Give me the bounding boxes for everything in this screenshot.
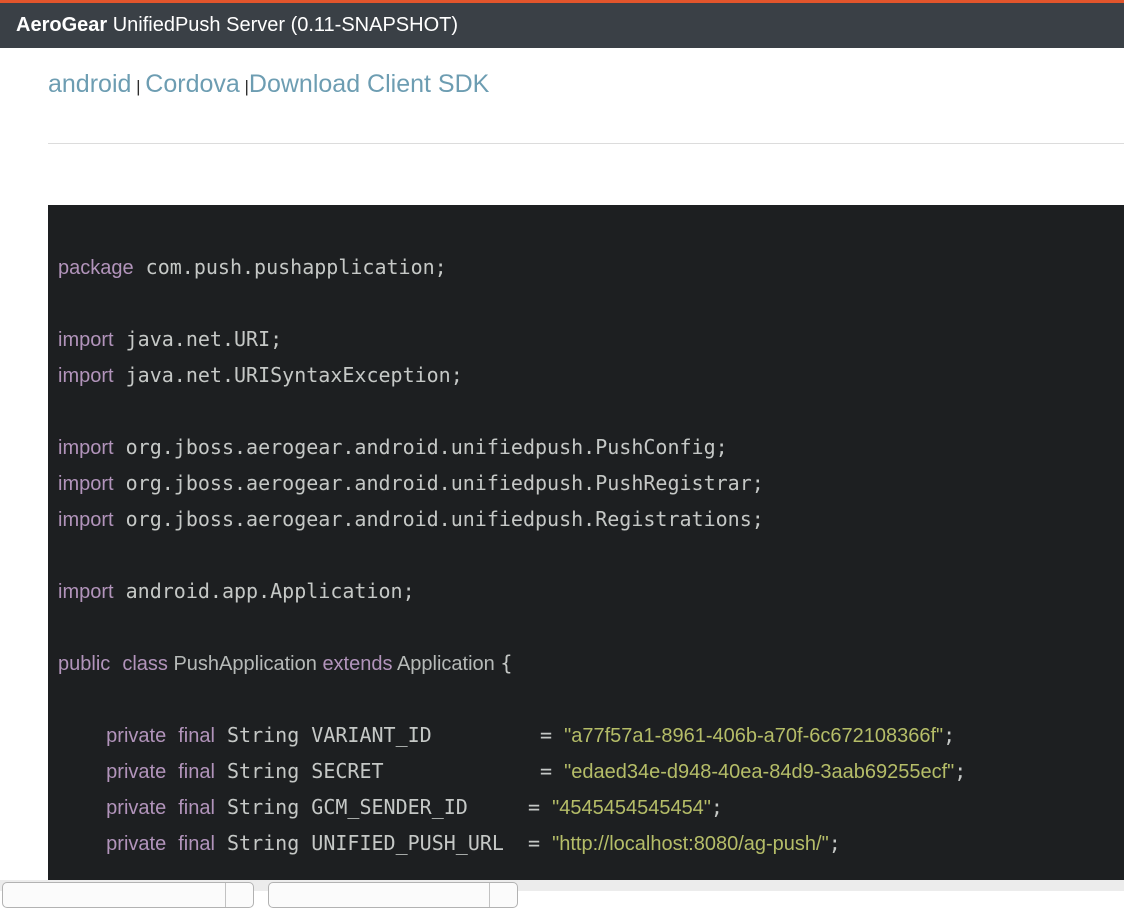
- nav-separator: |: [239, 77, 249, 96]
- code-text: org.jboss.aerogear.android.unifiedpush.P…: [113, 471, 764, 495]
- nav-link-cordova[interactable]: Cordova: [145, 70, 240, 98]
- code-keyword: final: [178, 761, 215, 783]
- code-text: java.net.URISyntaxException;: [113, 363, 463, 387]
- app-header: AeroGear UnifiedPush Server (0.11-SNAPSH…: [0, 0, 1124, 48]
- code-line: import org.jboss.aerogear.android.unifie…: [58, 429, 1114, 465]
- code-line: import java.net.URISyntaxException;: [58, 357, 1114, 393]
- bottom-bar: [0, 880, 1124, 908]
- code-keyword: import: [58, 581, 114, 603]
- code-line: import android.app.Application;: [58, 573, 1114, 609]
- code-line: import org.jboss.aerogear.android.unifie…: [58, 501, 1114, 537]
- code-text: String GCM_SENDER_ID =: [214, 795, 553, 819]
- bottom-dropdown-1[interactable]: [2, 882, 254, 908]
- code-string: "edaed34e-d948-40ea-84d9-3aab69255ecf": [564, 761, 955, 783]
- nav-link-android[interactable]: android: [48, 70, 131, 98]
- page-title: AeroGear UnifiedPush Server (0.11-SNAPSH…: [16, 14, 458, 36]
- client-sdk-nav: android | Cordova |Download Client SDK: [48, 70, 1124, 99]
- code-keyword: private: [106, 797, 167, 819]
- code-line: private final String GCM_SENDER_ID = "45…: [58, 789, 1114, 825]
- dropdown-arrow-section[interactable]: [489, 883, 517, 907]
- code-line: package com.push.pushapplication;: [58, 249, 1114, 285]
- code-text: org.jboss.aerogear.android.unifiedpush.P…: [113, 435, 728, 459]
- code-keyword: import: [58, 473, 114, 495]
- code-keyword: extends: [322, 653, 393, 675]
- code-line: import java.net.URI;: [58, 321, 1114, 357]
- code-text: String SECRET =: [214, 759, 565, 783]
- code-text: {: [500, 651, 513, 675]
- dropdown-arrow-section[interactable]: [225, 883, 253, 907]
- code-keyword: import: [58, 329, 114, 351]
- code-text: org.jboss.aerogear.android.unifiedpush.R…: [113, 507, 764, 531]
- code-keyword: import: [58, 509, 114, 531]
- code-keyword: final: [178, 833, 215, 855]
- code-text: ;: [943, 723, 956, 747]
- code-keyword: private: [106, 833, 167, 855]
- code-text: String UNIFIED_PUSH_URL =: [214, 831, 553, 855]
- code-text: com.push.pushapplication;: [133, 255, 447, 279]
- code-string: "4545454545454": [552, 797, 711, 819]
- code-string: "a77f57a1-8961-406b-a70f-6c672108366f": [564, 725, 944, 747]
- code-keyword: package: [58, 257, 134, 279]
- code-text: ;: [954, 759, 967, 783]
- bottom-dropdown-2[interactable]: [268, 882, 518, 908]
- code-keyword: class: [122, 653, 168, 675]
- code-text: String VARIANT_ID =: [214, 723, 565, 747]
- code-type: PushApplication: [167, 653, 323, 675]
- code-keyword: import: [58, 365, 114, 387]
- code-text: ;: [828, 831, 841, 855]
- code-text: android.app.Application;: [113, 579, 415, 603]
- code-type: Application: [392, 653, 501, 675]
- code-keyword: private: [106, 761, 167, 783]
- code-keyword: final: [178, 797, 215, 819]
- code-line: private final String SECRET = "edaed34e-…: [58, 753, 1114, 789]
- code-line: public class PushApplication extends App…: [58, 645, 1114, 681]
- code-text: ;: [710, 795, 723, 819]
- divider: [48, 143, 1124, 144]
- app-title-rest: UnifiedPush Server (0.11-SNAPSHOT): [107, 14, 459, 36]
- code-text: java.net.URI;: [113, 327, 283, 351]
- code-keyword: private: [106, 725, 167, 747]
- code-string: "http://localhost:8080/ag-push/": [552, 833, 829, 855]
- code-line: import org.jboss.aerogear.android.unifie…: [58, 465, 1114, 501]
- code-keyword: public: [58, 653, 111, 675]
- code-block: package com.push.pushapplication; import…: [48, 205, 1124, 880]
- code-keyword: final: [178, 725, 215, 747]
- code-line: private final String VARIANT_ID = "a77f5…: [58, 717, 1114, 753]
- nav-separator: |: [131, 77, 146, 96]
- code-line: private final String UNIFIED_PUSH_URL = …: [58, 825, 1114, 861]
- code-keyword: import: [58, 437, 114, 459]
- app-brand: AeroGear: [16, 14, 108, 36]
- nav-link-download-client-sdk[interactable]: Download Client SDK: [249, 70, 489, 98]
